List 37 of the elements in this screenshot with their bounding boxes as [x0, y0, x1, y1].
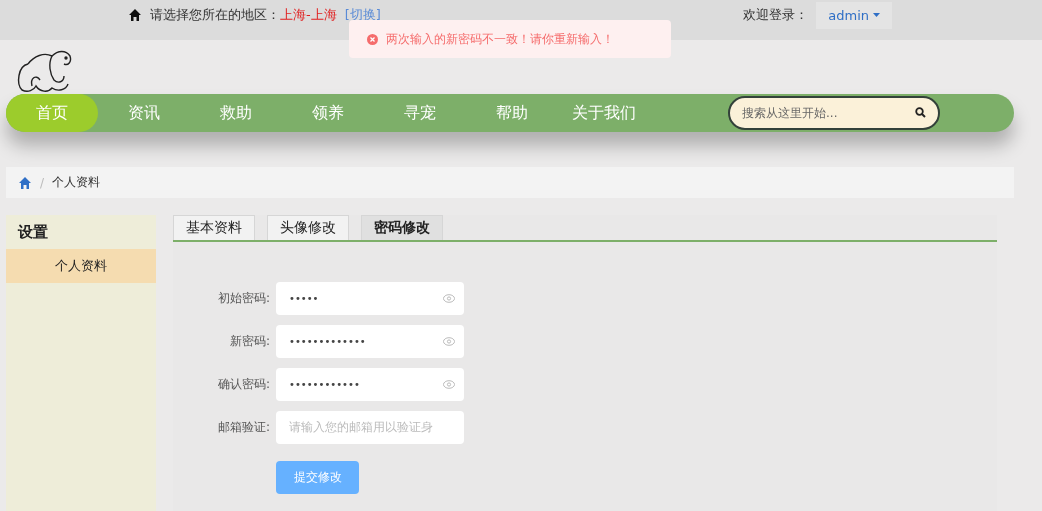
- submit-button[interactable]: 提交修改: [276, 461, 359, 494]
- nav-item[interactable]: 领养: [282, 94, 374, 132]
- nav-item[interactable]: 资讯: [98, 94, 190, 132]
- home-icon: [128, 8, 142, 22]
- tab[interactable]: 基本资料: [173, 215, 255, 240]
- search-icon[interactable]: [915, 107, 926, 118]
- breadcrumb-current: 个人资料: [52, 174, 101, 191]
- error-icon: [367, 33, 378, 45]
- switch-link[interactable]: [切换]: [344, 6, 381, 24]
- password-field[interactable]: •••••: [276, 282, 464, 315]
- field-label: 新密码:: [228, 333, 270, 350]
- password-field[interactable]: •••••••••••••: [276, 325, 464, 358]
- search-field[interactable]: 搜索从这里开始...: [728, 96, 940, 130]
- user-menu-button[interactable]: admin: [816, 1, 892, 29]
- nav-item[interactable]: 首页: [6, 94, 98, 132]
- password-field[interactable]: ••••••••••••: [276, 368, 464, 401]
- eye-icon[interactable]: [443, 380, 455, 389]
- error-message: 两次输入的新密码不一致！请你重新输入！: [386, 30, 614, 48]
- nav-item[interactable]: 寻宠: [374, 94, 466, 132]
- tab[interactable]: 头像修改: [267, 215, 349, 240]
- caret-icon[interactable]: [873, 13, 880, 17]
- email-field[interactable]: 请输入您的邮箱用以验证身: [276, 411, 464, 444]
- sidebar-title: 设置: [18, 222, 48, 242]
- field-label: 邮箱验证:: [216, 419, 270, 436]
- tab[interactable]: 密码修改: [361, 215, 443, 240]
- sidebar-item[interactable]: 个人资料: [6, 249, 156, 283]
- breadcrumb-separator: /: [40, 175, 45, 190]
- region-label: 请选择您所在的地区：上海-上海: [150, 6, 337, 24]
- home-icon: [18, 175, 32, 190]
- nav-item[interactable]: 救助: [190, 94, 282, 132]
- eye-icon[interactable]: [443, 337, 455, 346]
- nav-item[interactable]: 关于我们: [558, 94, 650, 132]
- field-label: 初始密码:: [216, 290, 270, 307]
- field-label: 确认密码:: [216, 376, 270, 393]
- welcome-text: 欢迎登录：: [743, 6, 809, 24]
- eye-icon[interactable]: [443, 294, 455, 303]
- nav-item[interactable]: 帮助: [466, 94, 558, 132]
